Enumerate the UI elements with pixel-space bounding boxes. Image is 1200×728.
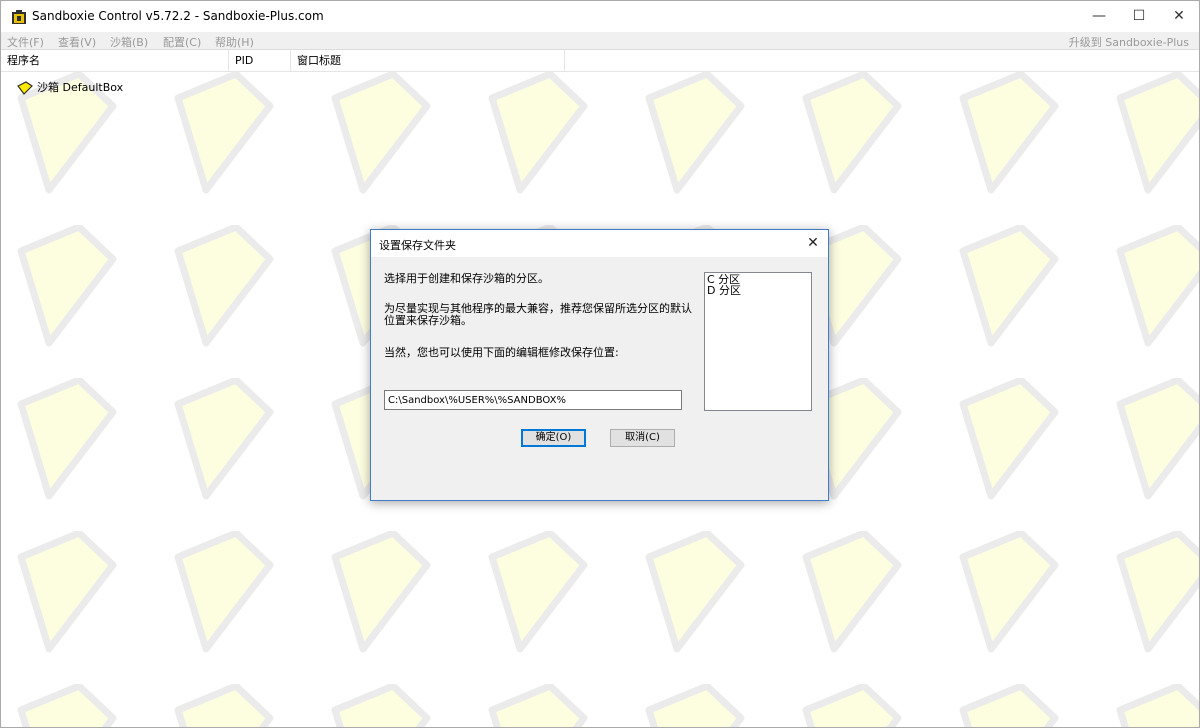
upgrade-link[interactable]: 升级到 Sandboxie-Plus — [1069, 34, 1189, 50]
menu-help[interactable]: 帮助(H) — [215, 34, 254, 50]
ok-button[interactable]: 确定(O) — [521, 429, 586, 447]
column-header: 程序名 PID 窗口标题 — [1, 50, 1199, 72]
menu-view[interactable]: 查看(V) — [58, 34, 96, 50]
edit-hint-text: 当然，您也可以使用下面的编辑框修改保存位置: — [384, 346, 619, 359]
menu-sandbox[interactable]: 沙箱(B) — [110, 34, 148, 50]
close-button[interactable]: ✕ — [1159, 1, 1199, 32]
sandbox-label: 沙箱 DefaultBox — [37, 81, 124, 94]
minimize-button[interactable]: — — [1079, 1, 1119, 32]
dialog-title-bar[interactable]: 设置保存文件夹 ✕ — [371, 230, 828, 257]
set-save-folder-dialog: 设置保存文件夹 ✕ 选择用于创建和保存沙箱的分区。 为尽量实现与其他程序的最大兼… — [370, 229, 829, 501]
menu-file[interactable]: 文件(F) — [7, 34, 44, 50]
drive-listbox[interactable]: C 分区 D 分区 — [704, 272, 812, 411]
cancel-button[interactable]: 取消(C) — [610, 429, 675, 447]
maximize-button[interactable]: ☐ — [1119, 1, 1159, 32]
sandboxie-app-icon — [12, 10, 26, 24]
dialog-close-icon[interactable]: ✕ — [798, 230, 828, 257]
title-bar[interactable]: Sandboxie Control v5.72.2 - Sandboxie-Pl… — [1, 1, 1199, 32]
dialog-title: 设置保存文件夹 — [379, 239, 456, 252]
compat-text-2: 位置来保存沙箱。 — [384, 314, 472, 327]
menu-bar: 文件(F) 查看(V) 沙箱(B) 配置(C) 帮助(H) 升级到 Sandbo… — [1, 32, 1199, 50]
save-path-input[interactable] — [384, 390, 682, 410]
column-program-name[interactable]: 程序名 — [1, 50, 229, 71]
menu-configure[interactable]: 配置(C) — [163, 34, 201, 50]
main-window: Sandboxie Control v5.72.2 - Sandboxie-Pl… — [0, 0, 1200, 728]
sandbox-diamond-icon — [17, 81, 33, 95]
column-window-title[interactable]: 窗口标题 — [291, 50, 565, 71]
instruction-text: 选择用于创建和保存沙箱的分区。 — [384, 272, 549, 285]
column-pid[interactable]: PID — [229, 50, 291, 71]
drive-item-d[interactable]: D 分区 — [707, 285, 809, 296]
window-title: Sandboxie Control v5.72.2 - Sandboxie-Pl… — [32, 9, 324, 23]
